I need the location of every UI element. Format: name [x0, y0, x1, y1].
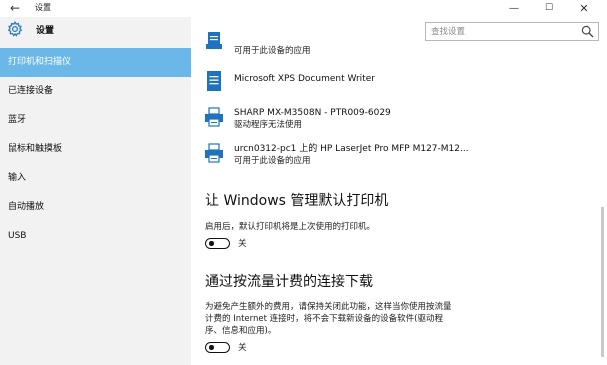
maximize-button[interactable]: ☐ [531, 0, 567, 17]
sidebar-item-printers-scanners[interactable]: 打印机和扫描仪 [0, 48, 191, 77]
search-icon[interactable] [581, 25, 594, 38]
printer-icon [205, 143, 223, 163]
sidebar-item-usb[interactable]: USB [0, 222, 191, 251]
sidebar-item-autoplay[interactable]: 自动播放 [0, 193, 191, 222]
close-button[interactable]: ✕ [566, 0, 602, 17]
search-placeholder: 查找设置 [431, 27, 466, 37]
printer-item[interactable]: SHARP MX-M3508N - PTR009-6029 驱动程序无法使用 [203, 106, 583, 134]
metered-download-toggle[interactable] [205, 342, 230, 353]
sidebar-item-bluetooth[interactable]: 蓝牙 [0, 106, 191, 135]
title-bar: ← 设置 — ☐ ✕ [0, 0, 607, 17]
metered-download-description-line: 序、信息和应用)。 [205, 326, 277, 336]
printer-item[interactable]: Microsoft XPS Document Writer [203, 70, 583, 96]
sidebar-item-mouse-touchpad[interactable]: 鼠标和触摸板 [0, 135, 191, 164]
document-printer-icon [207, 71, 221, 91]
back-arrow-icon[interactable]: ← [8, 1, 22, 15]
printer-name: SHARP MX-M3508N - PTR009-6029 [234, 108, 391, 118]
sidebar-nav: 打印机和扫描仪 已连接设备 蓝牙 鼠标和触摸板 输入 自动播放 USB [0, 48, 191, 251]
sidebar: 设置 打印机和扫描仪 已连接设备 蓝牙 鼠标和触摸板 输入 自动播放 USB [0, 17, 191, 365]
printer-item[interactable]: urcn0312-pc1 上的 HP LaserJet Pro MFP M127… [203, 142, 583, 170]
printer-status: 驱动程序无法使用 [234, 120, 303, 130]
metered-download-heading: 通过按流量计费的连接下载 [205, 274, 373, 290]
toggle-knob [209, 345, 214, 350]
printer-item[interactable]: 可用于此设备的应用 [203, 32, 583, 60]
default-printer-toggle[interactable] [205, 238, 230, 249]
printer-name: Microsoft XPS Document Writer [234, 74, 375, 84]
printer-name: urcn0312-pc1 上的 HP LaserJet Pro MFP M127… [234, 144, 469, 154]
printer-icon [205, 107, 223, 127]
minimize-button[interactable]: — [496, 0, 532, 17]
printer-status: 可用于此设备的应用 [234, 156, 311, 166]
default-printer-toggle-label: 关 [238, 239, 247, 249]
main-content: 可用于此设备的应用 Microsoft XPS Document Writer … [191, 32, 596, 365]
app-header: 设置 [0, 17, 191, 45]
window-title: 设置 [35, 3, 51, 12]
app-name: 设置 [36, 26, 55, 36]
metered-download-toggle-label: 关 [238, 343, 247, 353]
scrollbar-thumb[interactable] [601, 207, 604, 357]
sidebar-item-connected-devices[interactable]: 已连接设备 [0, 77, 191, 106]
scrollbar[interactable] [601, 42, 605, 365]
document-printer-icon [206, 32, 222, 49]
default-printer-heading: 让 Windows 管理默认打印机 [205, 193, 389, 209]
default-printer-description: 启用后，默认打印机将是上次使用的打印机。 [205, 222, 376, 232]
toggle-knob [209, 241, 214, 246]
metered-download-description-line: 为避免产生额外的费用，请保持关闭此功能，这样当你使用按流量 [205, 302, 452, 312]
printer-status: 可用于此设备的应用 [234, 46, 311, 56]
gear-icon [7, 21, 23, 37]
sidebar-item-typing[interactable]: 输入 [0, 164, 191, 193]
metered-download-description-line: 计费的 Internet 连接时，将不会下载新设备的设备软件(驱动程 [205, 314, 443, 324]
